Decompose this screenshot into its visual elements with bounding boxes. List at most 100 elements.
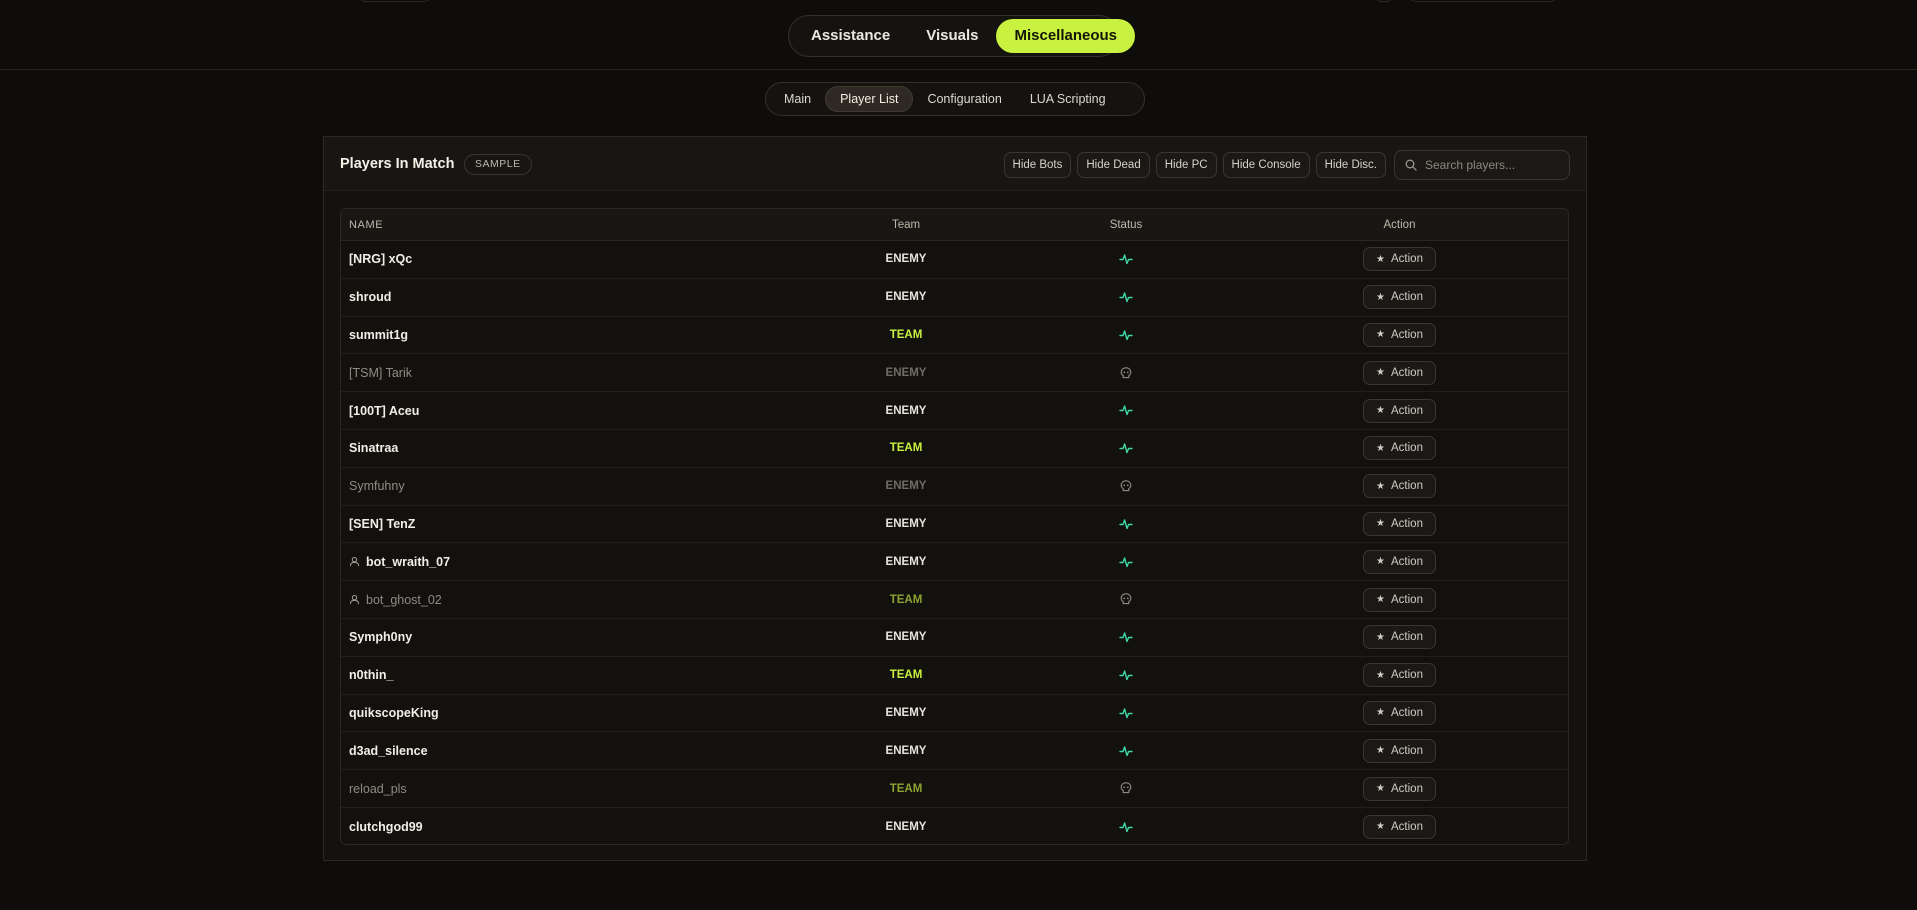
team-label: ENEMY — [885, 706, 927, 719]
heartbeat-icon — [1119, 556, 1133, 567]
action-cell: ★ Action — [1231, 247, 1568, 272]
table-row: summit1g TEAM ★ Action — [341, 317, 1568, 355]
table-row: n0thin_ TEAM ★ Action — [341, 657, 1568, 695]
action-button[interactable]: ★ Action — [1363, 511, 1436, 536]
action-label: Action — [1391, 480, 1423, 493]
player-name: clutchgod99 — [349, 819, 423, 834]
action-button[interactable]: ★ Action — [1363, 587, 1436, 612]
action-button[interactable]: ★ Action — [1363, 663, 1436, 688]
action-button[interactable]: ★ Action — [1363, 398, 1436, 423]
player-name-cell: [SEN] TenZ — [341, 517, 791, 531]
action-label: Action — [1391, 291, 1423, 304]
hide-console-button[interactable]: Hide Console — [1222, 152, 1310, 178]
player-name-cell: bot_ghost_02 — [341, 593, 791, 607]
top-right-stub — [1408, 0, 1558, 2]
table-row: Symph0ny ENEMY ★ Action — [341, 619, 1568, 657]
action-button[interactable]: ★ Action — [1363, 247, 1436, 272]
action-button[interactable]: ★ Action — [1363, 436, 1436, 461]
hide-disconnected-button[interactable]: Hide Disc. — [1315, 152, 1386, 178]
skull-icon — [1120, 593, 1132, 605]
subtab-configuration[interactable]: Configuration — [913, 86, 1015, 112]
tab-visuals[interactable]: Visuals — [908, 19, 996, 53]
action-cell: ★ Action — [1231, 814, 1568, 839]
column-header-action: Action — [1383, 218, 1416, 231]
top-right-stub-small — [1374, 0, 1394, 2]
hide-bots-button[interactable]: Hide Bots — [1003, 152, 1072, 178]
team-label: TEAM — [889, 593, 923, 606]
status-cell — [1021, 288, 1231, 306]
players-panel: Players In Match SAMPLE Hide Bots Hide D… — [323, 136, 1587, 861]
sample-badge: SAMPLE — [464, 154, 532, 175]
table-row: d3ad_silence ENEMY ★ Action — [341, 732, 1568, 771]
action-button[interactable]: ★ Action — [1363, 285, 1436, 310]
player-name-cell: d3ad_silence — [341, 744, 791, 758]
action-label: Action — [1391, 631, 1423, 644]
action-button[interactable]: ★ Action — [1363, 700, 1436, 725]
player-name-cell: [100T] Aceu — [341, 404, 791, 418]
action-cell: ★ Action — [1231, 511, 1568, 536]
action-button[interactable]: ★ Action — [1363, 814, 1436, 839]
team-label: ENEMY — [885, 404, 927, 417]
tab-miscellaneous[interactable]: Miscellaneous — [996, 19, 1136, 53]
star-icon: ★ — [1376, 253, 1385, 265]
table-row: Symfuhny ENEMY ★ Action — [341, 468, 1568, 506]
player-name: [NRG] xQc — [349, 252, 413, 267]
team-label: ENEMY — [885, 555, 927, 568]
action-button[interactable]: ★ Action — [1363, 738, 1436, 763]
action-button[interactable]: ★ Action — [1363, 776, 1436, 801]
star-icon: ★ — [1376, 821, 1385, 833]
player-name-cell: Sinatraa — [341, 441, 791, 455]
filter-bar: Hide Bots Hide Dead Hide PC Hide Console… — [1003, 150, 1570, 180]
status-cell — [1021, 364, 1231, 382]
hide-pc-button[interactable]: Hide PC — [1155, 152, 1217, 178]
star-icon: ★ — [1376, 367, 1385, 379]
heartbeat-icon — [1119, 330, 1133, 340]
status-cell — [1021, 553, 1231, 571]
star-icon: ★ — [1376, 631, 1385, 643]
action-cell: ★ Action — [1231, 625, 1568, 650]
players-table: NAME Team Status Action [NRG] xQc ENEMY ★ A… — [340, 208, 1569, 845]
action-button[interactable]: ★ Action — [1363, 625, 1436, 650]
subtab-player-list[interactable]: Player List — [825, 86, 914, 112]
table-row: clutchgod99 ENEMY ★ Action — [341, 808, 1568, 844]
subtab-lua-scripting[interactable]: LUA Scripting — [1016, 86, 1120, 112]
skull-icon — [1120, 782, 1132, 794]
action-button[interactable]: ★ Action — [1363, 360, 1436, 385]
heartbeat-icon — [1119, 292, 1133, 303]
action-label: Action — [1391, 782, 1423, 795]
action-cell: ★ Action — [1231, 663, 1568, 688]
status-cell — [1021, 742, 1231, 760]
status-cell — [1021, 250, 1231, 268]
table-row: shroud ENEMY ★ Action — [341, 279, 1568, 317]
player-name: quikscopeKing — [349, 705, 439, 720]
team-label: ENEMY — [885, 291, 927, 304]
status-cell — [1021, 515, 1231, 533]
player-name-cell: quikscopeKing — [341, 706, 791, 720]
hide-dead-button[interactable]: Hide Dead — [1077, 152, 1150, 178]
team-label: TEAM — [889, 782, 923, 795]
table-row: bot_wraith_07 ENEMY ★ Action — [341, 543, 1568, 582]
star-icon: ★ — [1376, 442, 1385, 454]
action-label: Action — [1391, 517, 1423, 530]
action-button[interactable]: ★ Action — [1363, 474, 1436, 499]
column-header-name: NAME — [349, 218, 384, 231]
heartbeat-icon — [1119, 632, 1133, 643]
team-label: TEAM — [889, 669, 923, 682]
action-label: Action — [1391, 706, 1423, 719]
team-label: ENEMY — [885, 744, 927, 757]
action-cell: ★ Action — [1231, 285, 1568, 310]
subtab-main[interactable]: Main — [770, 86, 825, 112]
tab-assistance[interactable]: Assistance — [793, 19, 908, 53]
action-button[interactable]: ★ Action — [1363, 322, 1436, 347]
team-label: ENEMY — [885, 631, 927, 644]
table-row: [NRG] xQc ENEMY ★ Action — [341, 241, 1568, 279]
action-button[interactable]: ★ Action — [1363, 549, 1436, 574]
panel-title: Players In Match — [340, 156, 455, 172]
status-cell — [1021, 439, 1231, 457]
team-label: ENEMY — [885, 480, 927, 493]
action-label: Action — [1391, 744, 1423, 757]
main-tabs: Assistance Visuals Miscellaneous — [788, 15, 1136, 57]
search-input[interactable] — [1425, 158, 1555, 172]
player-name-cell: shroud — [341, 290, 791, 304]
heartbeat-icon — [1119, 254, 1133, 265]
